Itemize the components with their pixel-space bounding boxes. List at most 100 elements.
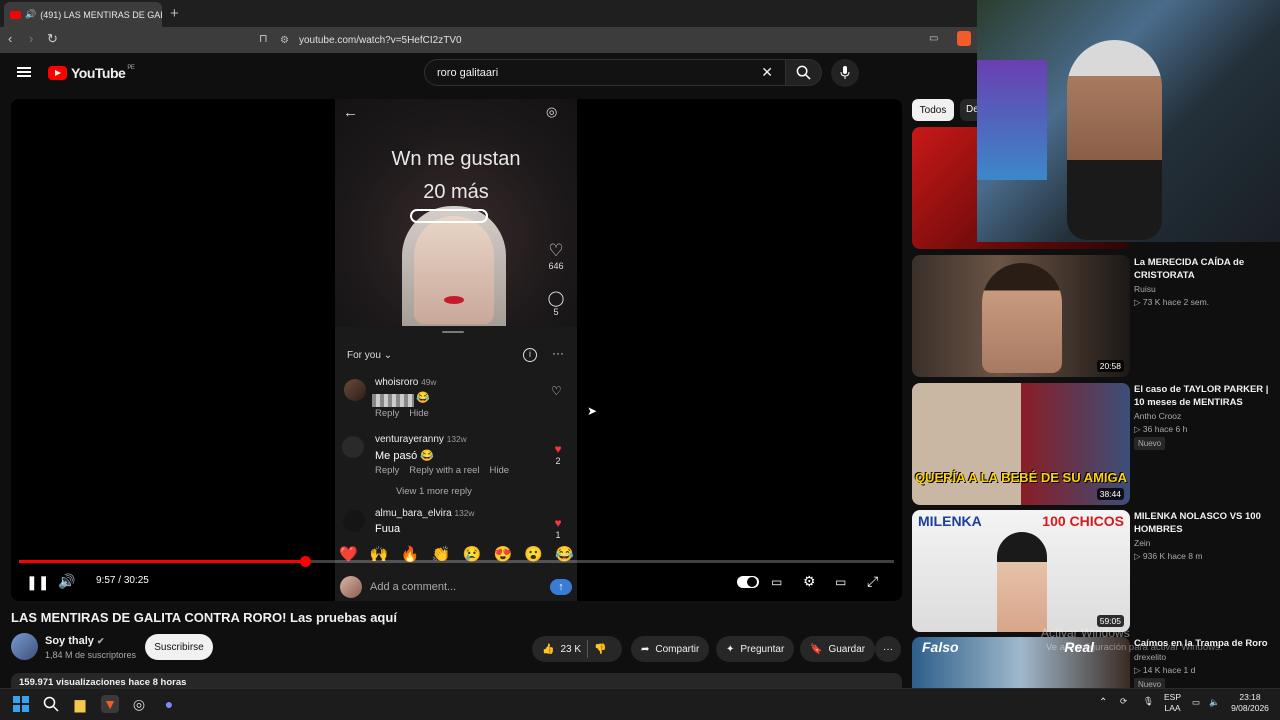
search-button[interactable] [786, 59, 822, 86]
youtube-play-logo-icon [48, 66, 67, 80]
recommendation-channel[interactable]: Ruisu [1134, 284, 1156, 294]
voice-search-button[interactable] [831, 59, 859, 87]
sunglasses-icon [410, 209, 488, 223]
add-comment-bar: Add a comment... ↑ [340, 575, 572, 599]
obs-icon[interactable]: ◎ [130, 695, 148, 713]
thumbs-up-icon: 👍 [542, 643, 555, 655]
url-text: youtube.com/watch?v=5HefCI2zTV0 [298, 34, 462, 46]
search-input[interactable]: roro galitaari ✕ [424, 59, 786, 86]
brave-shield-icon[interactable] [957, 31, 971, 46]
chevron-down-icon: ⌄ [383, 350, 393, 361]
bookmark-icon[interactable]: ⊓ [259, 32, 268, 45]
like-count: 23 K [560, 643, 582, 655]
more-actions-button[interactable]: ··· [875, 636, 901, 662]
like-button[interactable]: 👍 23 K [542, 644, 581, 655]
recommendation-channel[interactable]: Zein [1134, 538, 1151, 548]
brave-browser-icon[interactable]: ▼ [101, 695, 119, 713]
tray-chevron-icon[interactable]: ⌃ [1099, 697, 1107, 708]
more-dots-icon: ··· [552, 346, 564, 360]
autoplay-toggle[interactable] [737, 576, 759, 588]
volume-icon[interactable]: 🔊 [58, 573, 75, 590]
comment-bubble-icon: ◯ [547, 290, 565, 307]
tray-mic-icon[interactable]: 🎙 [1143, 696, 1154, 707]
recommendation-thumbnail[interactable]: QUERÍA A LA BEBÉ DE SU AMIGA 38:44 [912, 383, 1130, 505]
site-info-icon[interactable]: ⚙ [280, 35, 289, 46]
liked-heart-icon: ♥ [554, 516, 562, 530]
verified-icon: ✔ [96, 636, 105, 646]
menu-icon[interactable] [17, 67, 31, 77]
recommendation-thumbnail[interactable]: 20:58 [912, 255, 1130, 377]
chip-all[interactable]: Todos [912, 99, 954, 121]
comment-text: Fuua [375, 523, 401, 535]
thumbs-down-icon: 👎 [594, 643, 607, 655]
youtube-favicon-icon [10, 10, 21, 19]
comment-actions: Reply Hide [375, 408, 429, 419]
theater-mode-icon[interactable]: ▭ [835, 575, 846, 589]
views-and-date: 159.971 visualizaciones hace 8 horas [19, 677, 187, 688]
reel-comments: 5 [553, 307, 559, 317]
thumbnail-text-left: MILENKA [918, 513, 982, 529]
taskbar-search-icon[interactable] [42, 695, 60, 713]
more-horizontal-icon: ··· [883, 643, 893, 655]
comment-avatar [343, 510, 365, 532]
fullscreen-icon[interactable]: ⤢ [867, 573, 878, 590]
comment-likes: 2 [555, 456, 561, 466]
pause-icon[interactable]: ❚❚ [26, 574, 49, 591]
reload-icon[interactable]: ↻ [47, 31, 58, 47]
recommendation-channel[interactable]: Antho Crooz [1134, 411, 1181, 421]
url-field[interactable]: ⚙ youtube.com/watch?v=5HefCI2zTV0 [280, 30, 920, 50]
new-tab-icon[interactable]: + [170, 5, 179, 22]
progress-bar[interactable] [19, 556, 894, 567]
windows-taskbar [0, 688, 1280, 720]
heart-outline-icon: ♡ [548, 241, 564, 260]
youtube-logo[interactable]: YouTube PE [48, 65, 135, 81]
recommendation-meta: ▷ 936 K hace 8 m [1134, 551, 1203, 561]
clock[interactable]: 23:18 9/08/2026 [1226, 692, 1274, 714]
ask-button[interactable]: ✦ Preguntar [716, 636, 795, 662]
back-icon[interactable]: ‹ [8, 31, 12, 46]
recommendation-title[interactable]: MILENKA NOLASCO VS 100 HOMBRES [1134, 510, 1274, 536]
browser-tab[interactable]: 🔊 (491) LAS MENTIRAS DE GALI ✕ [4, 2, 162, 27]
recommendation-meta: ▷ 73 K hace 2 sem. [1134, 297, 1210, 307]
channel-name[interactable]: Soy thaly ✔ [45, 635, 105, 647]
like-dislike-group: 👍 23 K 👎 [532, 636, 622, 662]
thumbnail-text-right: 100 CHICOS [1042, 513, 1124, 529]
volume-tray-icon[interactable]: 🔈 [1209, 697, 1220, 708]
streamer-figure [1067, 40, 1162, 240]
subtitles-icon[interactable]: ▭ [771, 575, 782, 589]
windows-activation-hint: Ve a Configuración para activar Windows. [1046, 642, 1223, 653]
back-arrow-icon: ← [343, 104, 358, 121]
subscribe-button[interactable]: Suscribirse [145, 634, 213, 660]
webcam-overlay [977, 0, 1280, 242]
reel-person-lips [444, 296, 464, 304]
blurred-comment-text [372, 394, 414, 407]
tab-title: (491) LAS MENTIRAS DE GALI [40, 9, 162, 20]
cast-icon[interactable]: ▭ [929, 33, 938, 44]
recommendation-thumbnail[interactable]: MILENKA 100 CHICOS 59:05 [912, 510, 1130, 632]
channel-avatar[interactable] [11, 633, 38, 660]
comment-text: Me pasó 😂 [375, 450, 434, 462]
comment-avatar [344, 379, 366, 401]
share-button[interactable]: ➦ Compartir [631, 636, 710, 662]
current-time: 9:57 [96, 575, 116, 586]
forward-icon[interactable]: › [29, 31, 33, 46]
language-indicator[interactable]: ESP LAA [1164, 692, 1181, 714]
recommendation-title[interactable]: La MERECIDA CAÍDA de CRISTORATA [1134, 256, 1274, 282]
save-button[interactable]: 🔖 Guardar [800, 636, 876, 662]
file-explorer-icon[interactable]: ▆ [71, 695, 89, 713]
sparkle-icon: ✦ [726, 643, 735, 655]
recommendation-title[interactable]: El caso de TAYLOR PARKER | 10 meses de M… [1134, 383, 1274, 409]
settings-gear-icon[interactable]: ⚙ [803, 573, 816, 590]
network-icon[interactable]: ▭ [1192, 697, 1200, 708]
dislike-button[interactable]: 👎 [594, 644, 606, 655]
chip-partial[interactable]: De [960, 99, 977, 121]
discord-icon[interactable]: ● [160, 695, 178, 713]
reel-person-face [414, 216, 494, 324]
comment-likes: 1 [555, 530, 561, 540]
tray-app-icon[interactable]: ⟳ [1120, 696, 1127, 707]
time-display: 9:57 / 30:25 [96, 575, 149, 586]
clear-search-icon[interactable]: ✕ [761, 64, 773, 81]
recommendation-channel[interactable]: drexelito [1134, 652, 1166, 662]
comment-username: whoisroro 49w [375, 377, 437, 388]
windows-start-icon[interactable] [12, 695, 30, 713]
